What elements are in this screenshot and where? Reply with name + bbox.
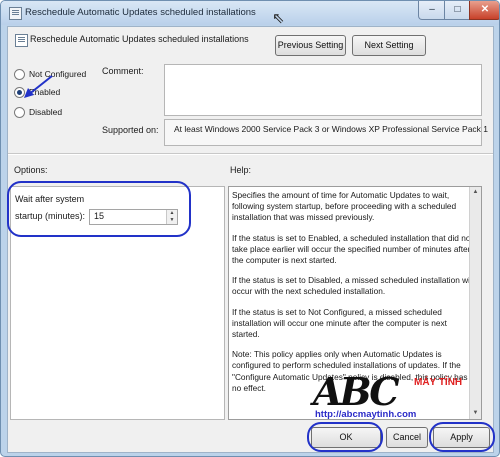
cancel-button[interactable]: Cancel [386,427,428,448]
policy-name: Reschedule Automatic Updates scheduled i… [30,34,249,44]
previous-setting-button[interactable]: Previous Setting [275,35,346,56]
annotation-circle-options [7,181,191,237]
mouse-cursor-icon: ⇖ [272,10,285,27]
options-label: Options: [14,165,48,175]
logo-brand-text: MÁY TÍNH [414,377,463,388]
next-setting-button[interactable]: Next Setting [352,35,426,56]
help-paragraph: If the status is set to Enabled, a sched… [232,232,473,266]
setting-icon [15,34,28,47]
policy-icon [9,7,22,20]
dialog-window: Reschedule Automatic Updates scheduled i… [0,0,500,457]
scroll-up-icon[interactable]: ▲ [470,187,481,198]
close-button[interactable]: ✕ [469,1,499,20]
supported-on-value: At least Windows 2000 Service Pack 3 or … [174,124,489,134]
window-title: Reschedule Automatic Updates scheduled i… [25,7,256,18]
help-label: Help: [230,165,252,175]
help-paragraph: If the status is set to Disabled, a miss… [232,275,474,297]
comment-textarea[interactable] [164,64,482,116]
radio-circle[interactable] [14,106,25,118]
radio-disabled[interactable]: Disabled [14,105,62,119]
title-bar[interactable]: Reschedule Automatic Updates scheduled i… [1,1,499,27]
radio-label: Disabled [29,107,63,117]
supported-on-label: Supported on: [102,125,159,135]
watermark-url: http://abcmaytinh.com [315,409,417,420]
help-paragraph: Specifies the amount of time for Automat… [232,190,457,223]
comment-label: Comment: [102,66,144,76]
section-divider-highlight [8,154,493,155]
watermark-logo: ABC MÁY TÍNH http://abcmaytinh.com [313,369,477,420]
minimize-button[interactable]: – [418,1,446,20]
annotation-circle-apply [429,422,495,452]
maximize-button[interactable]: □ [444,1,471,20]
help-paragraph: If the status is set to Not Configured, … [232,306,447,340]
logo-abc-text: ABC [313,369,400,414]
annotation-circle-ok [307,422,383,452]
annotation-arrow-icon [24,75,53,98]
